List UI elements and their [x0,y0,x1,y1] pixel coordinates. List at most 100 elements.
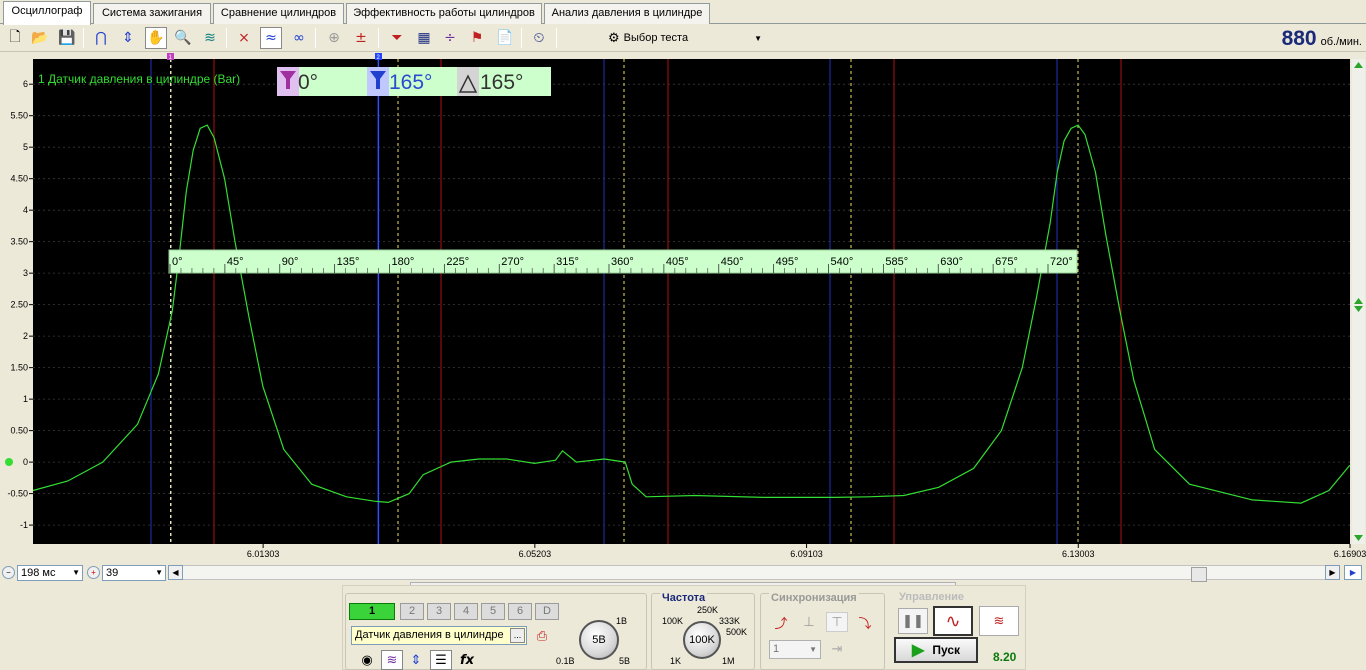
sync-channel-select: 1 ▼ [769,640,821,659]
cross-signal-icon[interactable]: ⨯ [233,27,255,49]
control-value: 8.20 [993,650,1017,664]
chevron-down-icon: ▼ [754,33,762,43]
degree-label: 585° [885,256,908,268]
zoom-icon[interactable]: 🔍 [172,27,194,49]
new-file-icon[interactable]: 🗋 [4,27,26,49]
freq-label-1m: 1M [722,656,735,666]
tab-ignition-system[interactable]: Система зажигания [93,3,211,24]
voltage-knob[interactable]: 5В [579,620,619,660]
degree-label: 630° [940,256,963,268]
sine-wave-icon[interactable]: ∿ [933,606,973,636]
y-tick-label: -0.50 [7,489,28,499]
start-button[interactable]: ▶ Пуск [894,637,978,663]
zoom-level-select[interactable]: 39 ▼ [102,565,166,581]
y-tick-label: 4 [23,205,28,215]
oscilloscope-view[interactable]: 6 5.50 5 4.50 4 3.50 3 2.50 2 1.50 1 0.50 0 -0.50 -1 6… [0,53,1366,564]
scroll-left-icon[interactable]: ◀ [168,565,183,580]
degree-label: 450° [721,256,744,268]
tab-oscilloscope[interactable]: Осциллограф [3,1,91,25]
grid-table-icon[interactable]: ▦ [413,27,435,49]
degree-label: 495° [776,256,799,268]
cursor-zero-icon[interactable]: ± [350,27,372,49]
vertical-arrows-icon[interactable]: ⇕ [117,27,139,49]
channel-4-button[interactable]: 4 [454,603,478,620]
channel-label: 1 Датчик давления в цилиндре (Bar) [38,72,240,86]
waveform-plot[interactable]: 6 5.50 5 4.50 4 3.50 3 2.50 2 1.50 1 0.50 0 -0.50 -1 6… [0,53,1366,564]
chevron-down-icon: ▼ [809,645,817,654]
funnel-x-icon[interactable]: ⏷ [386,27,408,49]
y-tick-label: 0.50 [10,426,28,436]
y-tick-label: 2.50 [10,300,28,310]
channel-6-button[interactable]: 6 [508,603,532,620]
rpm-unit: об./мин. [1320,36,1362,48]
sync-group: Синхронизация ⤴ ⊥ ⊤ ⤵ 1 ▼ ⇥ [760,592,885,670]
toolbar: 🗋 📂 💾 ⋂ ⇕ ✋ 🔍 ≋ ⨯ ≈ ∞ ⊕ ± ⏷ ▦ ÷ ⚑ 📄 ⏲ ⚙ … [0,25,1366,52]
wave-loop-icon[interactable]: ∞ [288,27,310,49]
channel-1-button[interactable]: 1 [349,603,395,620]
tab-bar: Осциллограф Система зажигания Сравнение … [0,0,1366,25]
sensor-select[interactable]: Датчик давления в цилиндре [351,626,527,645]
channel-d-button[interactable]: D [535,603,559,620]
freq-label-1k: 1K [670,656,682,666]
degree-label: 0° [172,256,183,268]
tab-cylinder-comparison[interactable]: Сравнение цилиндров [213,3,344,24]
play-forward-icon[interactable]: ▶ [1344,565,1362,580]
zoom-out-icon[interactable]: − [2,566,15,579]
chevron-down-icon: ▼ [155,568,163,577]
channel-3-button[interactable]: 3 [427,603,451,620]
cursor2-value: 165° [389,71,432,94]
control-panel: 1 2 3 4 5 6 D Датчик давления в цилиндре… [342,585,1026,670]
horizontal-scrollbar[interactable]: ◀ ▶ [168,565,1340,582]
frequency-knob[interactable]: 100K [683,621,721,659]
oscilloscope-app: Осциллограф Система зажигания Сравнение … [0,0,1366,670]
vertical-scale-icon[interactable]: ⇕ [405,650,427,670]
noise-wave-icon[interactable]: ≋ [979,606,1019,636]
y-tick-label: 4.50 [10,174,28,184]
channel-5-button[interactable]: 5 [481,603,505,620]
dashed-lines-icon[interactable]: ☰ [430,650,452,670]
scroll-right-icon[interactable]: ▶ [1325,565,1340,580]
flag-icon[interactable]: ⚑ [466,27,488,49]
rising-edge-icon[interactable]: ⤴ [770,612,792,632]
wave-stack-icon[interactable]: ≈ [260,27,282,49]
y-tick-label: -1 [20,520,28,530]
y-tick-label: 1 [23,394,28,404]
document-icon[interactable]: 📄 [494,27,516,49]
zoom-in-icon[interactable]: + [87,566,100,579]
y-tick-label: 3 [23,268,28,278]
channel-group: 1 2 3 4 5 6 D Датчик давления в цилиндре… [345,593,647,670]
tab-cylinder-efficiency[interactable]: Эффективность работы цилиндров [346,3,542,24]
test-select-dropdown[interactable]: ⚙ Выбор теста ▼ [608,27,764,49]
x-tick-label: 6.16903 [1334,549,1366,559]
rpm-readout: 880 об./мин. [1282,27,1362,51]
split-icon[interactable]: ÷ [439,27,461,49]
hand-icon[interactable]: ✋ [145,27,167,49]
eye-icon[interactable]: ◉ [356,650,378,670]
horseshoe-magnet-icon[interactable]: ⋂ [90,27,112,49]
degree-label: 315° [556,256,579,268]
degree-label: 675° [995,256,1018,268]
pause-icon[interactable]: ❚❚ [898,608,928,634]
play-icon: ▶ [912,642,925,659]
save-icon[interactable]: 💾 [56,27,78,49]
timebase-select[interactable]: 198 мс ▼ [17,565,83,581]
auto-sync-icon[interactable]: ⤵ [854,612,876,632]
open-folder-icon[interactable]: 📂 [29,27,51,49]
sensor-settings-icon[interactable]: ⎙ [531,626,553,646]
invert-wave-icon[interactable]: ≋ [381,650,403,670]
function-icon[interactable]: fx [456,650,478,670]
sensor-options-button[interactable]: ... [510,628,525,643]
y-tick-label: 6 [23,79,28,89]
test-select-label: Выбор теста [623,32,689,44]
degree-label: 270° [501,256,524,268]
x-tick-label: 6.09103 [790,549,823,559]
y-tick-label: 2 [23,331,28,341]
zero-level-marker[interactable] [5,458,13,466]
channel-2-button[interactable]: 2 [400,603,424,620]
knob-max-label: 5В [619,656,631,666]
filter-icon[interactable]: ≋ [199,27,221,49]
tab-cylinder-pressure-analysis[interactable]: Анализ давления в цилиндре [544,3,710,24]
auto-clock-icon[interactable]: ⏲ [528,27,550,49]
frequency-group: Частота 100K 250K 100K 333K 500K 1K 1M [651,592,755,670]
scroll-thumb[interactable] [1191,567,1207,582]
